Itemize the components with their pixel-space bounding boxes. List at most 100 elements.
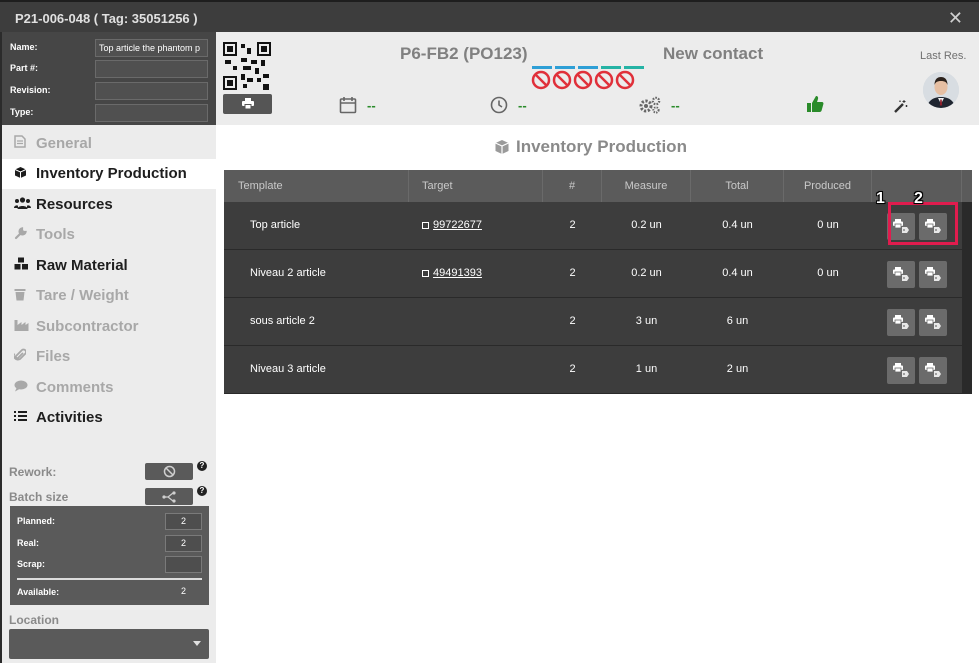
print-labels-all-button[interactable]: [919, 309, 947, 336]
document-icon: [14, 135, 36, 151]
print-tag-icon: [893, 267, 909, 281]
sidebar-item-general[interactable]: General: [2, 128, 216, 159]
planned-label: Planned:: [17, 516, 56, 526]
sidebar-item-label: Comments: [36, 378, 114, 396]
part-number-row: Part #:: [10, 60, 210, 78]
rework-toggle[interactable]: [145, 463, 193, 480]
row-target-text: 49491393: [433, 267, 482, 279]
annotation-marker-1: 1: [876, 190, 885, 207]
ban-icon: [163, 465, 175, 478]
thumbs-up-icon[interactable]: [806, 95, 824, 113]
contact-name[interactable]: New contact: [663, 44, 763, 64]
part-name-label: Name:: [10, 42, 38, 52]
cube-icon: [14, 166, 36, 182]
batch-size-label: Batch size: [9, 490, 69, 504]
sidebar: Name: Top article the phantom p Part #: …: [2, 32, 216, 663]
user-photo-icon: [923, 72, 959, 108]
caret-down-icon: [193, 641, 201, 646]
ban-icon: [573, 70, 593, 90]
row-count: 2: [569, 315, 576, 327]
table-header: Template Target # Measure Total Produced: [224, 170, 972, 202]
column-header-target[interactable]: Target: [409, 170, 543, 202]
batch-size-help-icon[interactable]: ?: [197, 486, 207, 496]
industry-icon: [14, 319, 36, 334]
magic-wand-icon[interactable]: [893, 99, 908, 114]
row-count: 2: [569, 219, 576, 231]
row-template: sous article 2: [250, 315, 315, 327]
sidebar-item-tare-weight[interactable]: Tare / Weight: [2, 281, 216, 312]
type-field[interactable]: [95, 104, 208, 122]
quantity-divider: [17, 578, 202, 580]
row-total: 0.4 un: [722, 219, 753, 231]
sidebar-item-inventory-production[interactable]: Inventory Production: [2, 158, 216, 189]
row-count: 2: [569, 267, 576, 279]
status-bar: [532, 66, 552, 69]
batch-size-button[interactable]: [145, 488, 193, 505]
sidebar-item-resources[interactable]: Resources: [2, 189, 216, 220]
job-header: P6-FB2 (PO123) New contact Last Res. -- …: [216, 32, 979, 125]
scrap-label: Scrap:: [17, 559, 46, 569]
part-name-field[interactable]: Top article the phantom p: [95, 39, 208, 57]
column-header-measure[interactable]: Measure: [602, 170, 691, 202]
real-row: Real: 2: [17, 535, 202, 553]
rework-help-icon[interactable]: ?: [197, 461, 207, 471]
scrap-field[interactable]: [165, 556, 202, 573]
sidebar-item-label: Resources: [36, 195, 113, 213]
print-labels-all-button[interactable]: [919, 261, 947, 288]
revision-field[interactable]: [95, 82, 208, 100]
row-measure: 3 un: [635, 315, 658, 327]
sidebar-item-subcontractor[interactable]: Subcontractor: [2, 311, 216, 342]
stat-calendar: --: [339, 96, 376, 114]
avatar[interactable]: [923, 72, 959, 108]
real-field[interactable]: 2: [165, 535, 202, 552]
sidebar-item-tools[interactable]: Tools: [2, 220, 216, 251]
row-target-link[interactable]: 49491393: [422, 250, 482, 297]
stat-gears: --: [639, 96, 680, 114]
annotation-marker-2: 2: [914, 190, 923, 207]
print-labels-all-button[interactable]: [919, 357, 947, 384]
stat-gears-value: --: [671, 97, 680, 113]
sidebar-item-raw-material[interactable]: Raw Material: [2, 250, 216, 281]
close-icon[interactable]: ✕: [948, 8, 963, 29]
part-number-field[interactable]: [95, 60, 208, 78]
type-row: Type:: [10, 104, 210, 122]
planned-field[interactable]: 2: [165, 513, 202, 530]
trash-icon: [14, 288, 36, 304]
print-tag-icon: [893, 363, 909, 377]
sidebar-item-comments[interactable]: Comments: [2, 372, 216, 403]
print-label-button[interactable]: [887, 261, 915, 288]
sidebar-item-label: Inventory Production: [36, 165, 187, 183]
row-target-link[interactable]: 99722677: [422, 202, 482, 249]
print-label-button[interactable]: [887, 357, 915, 384]
rework-label: Rework:: [9, 465, 57, 479]
row-total: 2 un: [726, 363, 749, 375]
print-label-button[interactable]: [887, 309, 915, 336]
print-qr-button[interactable]: [223, 94, 272, 114]
last-res-label: Last Res.: [920, 50, 967, 62]
sidebar-item-label: General: [36, 134, 92, 152]
order-title: P6-FB2 (PO123): [400, 44, 528, 63]
sidebar-item-label: Activities: [36, 409, 103, 427]
location-select[interactable]: [9, 629, 209, 659]
sidebar-item-label: Files: [36, 348, 71, 366]
revision-label: Revision:: [10, 85, 51, 95]
table-scrollbar[interactable]: [962, 202, 972, 394]
print-tag-icon: [925, 315, 941, 329]
sidebar-item-files[interactable]: Files: [2, 342, 216, 373]
clock-icon: [490, 96, 508, 114]
status-bar: [555, 66, 575, 69]
column-header-count[interactable]: #: [543, 170, 602, 202]
print-tag-icon: [925, 363, 941, 377]
table-row: Top article 99722677 2 0.2 un 0.4 un 0 u…: [224, 202, 962, 250]
ban-icon: [615, 70, 635, 90]
inventory-table: Template Target # Measure Total Produced…: [224, 170, 972, 394]
column-header-total[interactable]: Total: [691, 170, 784, 202]
available-row: Available: 2: [17, 584, 202, 602]
sidebar-item-activities[interactable]: Activities: [2, 403, 216, 434]
main-content: Inventory Production Template Target # M…: [216, 125, 979, 663]
stat-clock: --: [490, 96, 527, 114]
column-header-produced[interactable]: Produced: [784, 170, 872, 202]
part-name-row: Name: Top article the phantom p: [10, 39, 210, 57]
column-header-template[interactable]: Template: [224, 170, 409, 202]
part-info-panel: Name: Top article the phantom p Part #: …: [2, 32, 216, 125]
